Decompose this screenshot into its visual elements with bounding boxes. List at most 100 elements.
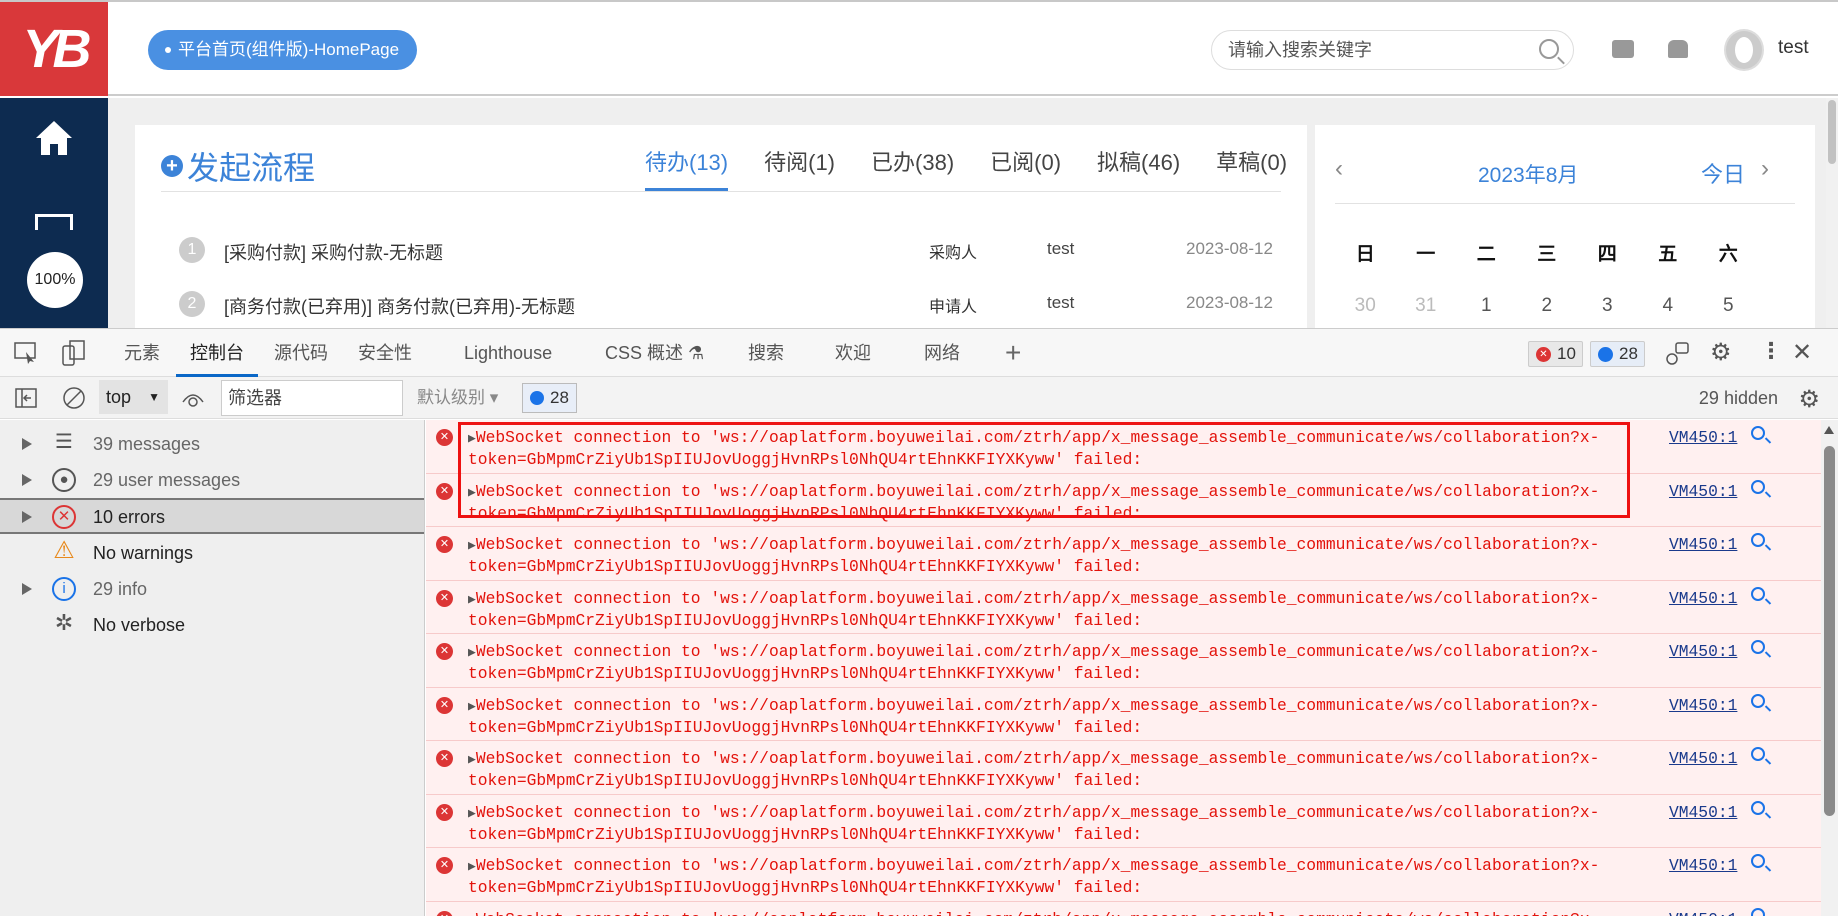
calendar-day[interactable]: 1 (1456, 295, 1517, 317)
log-level-dropdown[interactable]: 默认级别 ▾ (417, 377, 498, 419)
message-icon[interactable] (1612, 40, 1634, 58)
task-title[interactable]: [采购付款] 采购付款-无标题 (224, 239, 443, 265)
expand-triangle-icon[interactable]: ▶ (468, 645, 476, 660)
sidebar-item-verbose[interactable]: ✲No verbose (0, 608, 424, 644)
console-scrollbar[interactable] (1821, 420, 1838, 916)
task-title[interactable]: [商务付款(已弃用)] 商务付款(已弃用)-无标题 (224, 293, 575, 319)
search-icon[interactable] (1539, 39, 1559, 59)
task-row[interactable]: 2 [商务付款(已弃用)] 商务付款(已弃用)-无标题 申请人 test 202… (179, 289, 1279, 319)
expand-triangle-icon[interactable]: ▶ (468, 538, 476, 553)
calendar-day[interactable]: 31 (1396, 295, 1457, 317)
message-text[interactable]: ▶WebSocket connection to 'ws://oaplatfor… (468, 695, 1599, 738)
home-icon[interactable] (34, 118, 74, 158)
tab-welcome[interactable]: 欢迎 (835, 329, 871, 377)
filter-input[interactable]: 筛选器 (221, 380, 403, 416)
search-insight-icon[interactable] (1751, 854, 1765, 868)
message-text[interactable]: ▶WebSocket connection to 'ws://oaplatfor… (468, 427, 1599, 470)
search-insight-icon[interactable] (1751, 747, 1765, 761)
search-insight-icon[interactable] (1751, 801, 1765, 815)
expand-arrow-icon[interactable] (22, 511, 32, 523)
sidebar-item-info[interactable]: i29 info (0, 572, 424, 608)
search-insight-icon[interactable] (1751, 587, 1765, 601)
calendar-day[interactable]: 2 (1517, 295, 1578, 317)
expand-triangle-icon[interactable]: ▶ (468, 806, 476, 821)
source-link[interactable]: VM450:1 (1669, 641, 1737, 662)
start-process-button[interactable]: +发起流程 (161, 143, 315, 189)
source-link[interactable]: VM450:1 (1669, 588, 1737, 609)
today-button[interactable]: 今日 (1701, 157, 1745, 189)
tab-elements[interactable]: 元素 (124, 329, 160, 377)
console-error-message[interactable]: ✕▶WebSocket connection to 'ws://oaplatfo… (426, 420, 1821, 474)
console-error-message[interactable]: ✕▶WebSocket connection to 'ws://oaplatfo… (426, 848, 1821, 902)
zoom-level[interactable]: 100% (27, 252, 83, 308)
close-devtools-icon[interactable]: ✕ (1792, 338, 1812, 367)
tab-read[interactable]: 已阅(0) (972, 147, 1079, 191)
message-text[interactable]: ▶WebSocket connection to 'ws://oaplatfor… (468, 855, 1599, 898)
sidebar-item-warnings[interactable]: ⚠No warnings (0, 536, 424, 572)
clear-console-icon[interactable] (62, 386, 86, 410)
live-expression-eye-icon[interactable] (181, 388, 205, 408)
console-error-message[interactable]: ✕▶WebSocket connection to 'ws://oaplatfo… (426, 474, 1821, 528)
logo[interactable]: YB (0, 2, 108, 96)
search-insight-icon[interactable] (1751, 640, 1765, 654)
calendar-day[interactable]: 4 (1638, 295, 1699, 317)
username[interactable]: test (1778, 37, 1809, 59)
tab-drafts[interactable]: 草稿(0) (1198, 147, 1305, 191)
issues-count-button[interactable]: 28 (522, 383, 577, 413)
source-link[interactable]: VM450:1 (1669, 427, 1737, 448)
device-toolbar-icon[interactable] (62, 340, 86, 366)
feedback-icon[interactable] (1664, 341, 1690, 367)
sidebar-item-errors[interactable]: ✕10 errors (0, 498, 424, 534)
tab-search[interactable]: 搜索 (748, 329, 784, 377)
message-text[interactable]: ▶WebSocket connection to 'ws://oaplatfor… (468, 748, 1599, 791)
console-error-message[interactable]: ✕▶WebSocket connection to 'ws://oaplatfo… (426, 795, 1821, 849)
source-link[interactable]: VM450:1 (1669, 481, 1737, 502)
calendar-day[interactable]: 30 (1335, 295, 1396, 317)
avatar[interactable] (1724, 29, 1764, 71)
scrollbar-thumb[interactable] (1824, 446, 1835, 816)
settings-gear-icon[interactable]: ⚙ (1710, 338, 1732, 367)
expand-triangle-icon[interactable]: ▶ (468, 859, 476, 874)
search-insight-icon[interactable] (1751, 694, 1765, 708)
skin-icon[interactable] (1668, 40, 1688, 58)
search-input[interactable]: 请输入搜索关键字 (1211, 30, 1574, 70)
inspect-element-icon[interactable] (14, 342, 38, 364)
expand-triangle-icon[interactable]: ▶ (468, 485, 476, 500)
more-tabs-plus-icon[interactable]: + (1005, 337, 1021, 369)
screen-icon[interactable] (35, 214, 73, 230)
expand-arrow-icon[interactable] (22, 474, 32, 486)
tab-to-read[interactable]: 待阅(1) (746, 147, 853, 191)
homepage-tab[interactable]: 平台首页(组件版)-HomePage (148, 30, 417, 70)
scroll-up-icon[interactable] (1824, 426, 1834, 434)
expand-triangle-icon[interactable]: ▶ (468, 913, 476, 916)
next-month-button[interactable]: › (1761, 155, 1769, 183)
prev-month-button[interactable]: ‹ (1335, 155, 1343, 183)
tab-todo[interactable]: 待办(13) (627, 147, 746, 191)
tab-security[interactable]: 安全性 (358, 329, 412, 377)
source-link[interactable]: VM450:1 (1669, 748, 1737, 769)
tab-sources[interactable]: 源代码 (274, 329, 328, 377)
console-error-message[interactable]: ✕▶WebSocket connection to 'ws://oaplatfo… (426, 527, 1821, 581)
sidebar-item-user-messages[interactable]: ●29 user messages (0, 463, 424, 499)
message-text[interactable]: ▶WebSocket connection to 'ws://oaplatfor… (468, 802, 1599, 845)
search-insight-icon[interactable] (1751, 426, 1765, 440)
calendar-day[interactable]: 5 (1698, 295, 1759, 317)
search-insight-icon[interactable] (1751, 480, 1765, 494)
tab-console[interactable]: 控制台 (176, 329, 258, 377)
tab-done[interactable]: 已办(38) (853, 147, 972, 191)
message-text[interactable]: ▶WebSocket connection to 'ws://oaplatfor… (468, 641, 1599, 684)
console-error-message[interactable]: ✕▶WebSocket connection to 'ws://oaplatfo… (426, 634, 1821, 688)
task-row[interactable]: 1 [采购付款] 采购付款-无标题 采购人 test 2023-08-12 (179, 235, 1279, 265)
info-count-badge[interactable]: 28 (1590, 341, 1645, 367)
more-options-icon[interactable]: ⋮ (1760, 338, 1782, 364)
context-selector[interactable]: top▼ (99, 380, 168, 414)
expand-arrow-icon[interactable] (22, 583, 32, 595)
expand-arrow-icon[interactable] (22, 438, 32, 450)
expand-triangle-icon[interactable]: ▶ (468, 592, 476, 607)
page-scrollbar[interactable] (1826, 98, 1838, 328)
console-error-message[interactable]: ✕▶WebSocket connection to 'ws://oaplatfo… (426, 688, 1821, 742)
tab-lighthouse[interactable]: Lighthouse (464, 329, 552, 377)
console-error-message[interactable]: ✕▶WebSocket connection to 'ws://oaplatfo… (426, 741, 1821, 795)
source-link[interactable]: VM450:1 (1669, 855, 1737, 876)
message-text[interactable]: ▶WebSocket connection to 'ws://oaplatfor… (468, 534, 1599, 577)
